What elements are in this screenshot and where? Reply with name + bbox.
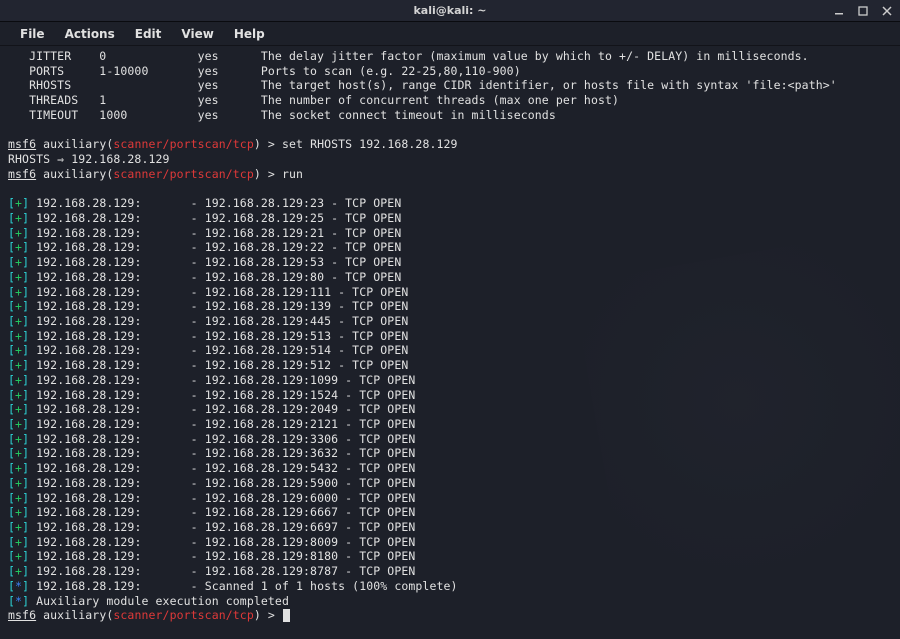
prompt-line: msf6 auxiliary(scanner/portscan/tcp) > r… — [8, 167, 892, 182]
scan-result-line: [+] 192.168.28.129: - 192.168.28.129:22 … — [8, 240, 892, 255]
menu-actions[interactable]: Actions — [55, 23, 125, 45]
scan-result-line: [+] 192.168.28.129: - 192.168.28.129:513… — [8, 329, 892, 344]
scan-result-line: [+] 192.168.28.129: - 192.168.28.129:21 … — [8, 226, 892, 241]
maximize-button[interactable] — [856, 4, 870, 18]
scan-result-line: [+] 192.168.28.129: - 192.168.28.129:212… — [8, 417, 892, 432]
close-button[interactable] — [880, 4, 894, 18]
scan-result-line: [+] 192.168.28.129: - 192.168.28.129:204… — [8, 402, 892, 417]
menu-file[interactable]: File — [10, 23, 55, 45]
menu-help[interactable]: Help — [224, 23, 275, 45]
scan-result-line: [+] 192.168.28.129: - 192.168.28.129:878… — [8, 564, 892, 579]
scan-result-line: [+] 192.168.28.129: - 192.168.28.129:53 … — [8, 255, 892, 270]
scan-result-line: [+] 192.168.28.129: - 192.168.28.129:543… — [8, 461, 892, 476]
option-row: TIMEOUT 1000 yes The socket connect time… — [8, 108, 892, 123]
scan-result-line: [+] 192.168.28.129: - 192.168.28.129:23 … — [8, 196, 892, 211]
option-row: PORTS 1-10000 yes Ports to scan (e.g. 22… — [8, 64, 892, 79]
minimize-button[interactable] — [832, 4, 846, 18]
scan-result-line: [+] 192.168.28.129: - 192.168.28.129:363… — [8, 446, 892, 461]
rhosts-echo: RHOSTS ⇒ 192.168.28.129 — [8, 152, 892, 167]
option-row: RHOSTS yes The target host(s), range CID… — [8, 78, 892, 93]
window-titlebar: kali@kali: ~ — [0, 0, 900, 22]
menu-bar: File Actions Edit View Help — [0, 22, 900, 46]
prompt-current[interactable]: msf6 auxiliary(scanner/portscan/tcp) > — [8, 608, 892, 623]
option-row: THREADS 1 yes The number of concurrent t… — [8, 93, 892, 108]
scan-result-line: [+] 192.168.28.129: - 192.168.28.129:25 … — [8, 211, 892, 226]
scan-result-line: [+] 192.168.28.129: - 192.168.28.129:139… — [8, 299, 892, 314]
scan-result-line: [+] 192.168.28.129: - 192.168.28.129:800… — [8, 535, 892, 550]
scan-result-line: [+] 192.168.28.129: - 192.168.28.129:514… — [8, 343, 892, 358]
scan-result-line: [+] 192.168.28.129: - 192.168.28.129:445… — [8, 314, 892, 329]
scan-result-line: [+] 192.168.28.129: - 192.168.28.129:330… — [8, 432, 892, 447]
scan-result-line: [+] 192.168.28.129: - 192.168.28.129:669… — [8, 520, 892, 535]
prompt-line: msf6 auxiliary(scanner/portscan/tcp) > s… — [8, 137, 892, 152]
menu-edit[interactable]: Edit — [125, 23, 172, 45]
scan-result-line: [+] 192.168.28.129: - 192.168.28.129:152… — [8, 388, 892, 403]
scan-result-line: [+] 192.168.28.129: - 192.168.28.129:111… — [8, 285, 892, 300]
scan-summary: [*] 192.168.28.129: - Scanned 1 of 1 hos… — [8, 579, 892, 594]
option-row: JITTER 0 yes The delay jitter factor (ma… — [8, 49, 892, 64]
window-title: kali@kali: ~ — [413, 4, 486, 17]
scan-result-line: [+] 192.168.28.129: - 192.168.28.129:666… — [8, 505, 892, 520]
scan-result-line: [+] 192.168.28.129: - 192.168.28.129:590… — [8, 476, 892, 491]
window-controls — [832, 0, 894, 22]
menu-view[interactable]: View — [171, 23, 223, 45]
scan-result-line: [+] 192.168.28.129: - 192.168.28.129:600… — [8, 491, 892, 506]
scan-result-line: [+] 192.168.28.129: - 192.168.28.129:818… — [8, 549, 892, 564]
text-cursor — [283, 609, 290, 622]
scan-result-line: [+] 192.168.28.129: - 192.168.28.129:109… — [8, 373, 892, 388]
terminal-output[interactable]: JITTER 0 yes The delay jitter factor (ma… — [0, 46, 900, 631]
scan-complete: [*] Auxiliary module execution completed — [8, 594, 892, 609]
scan-result-line: [+] 192.168.28.129: - 192.168.28.129:80 … — [8, 270, 892, 285]
scan-result-line: [+] 192.168.28.129: - 192.168.28.129:512… — [8, 358, 892, 373]
